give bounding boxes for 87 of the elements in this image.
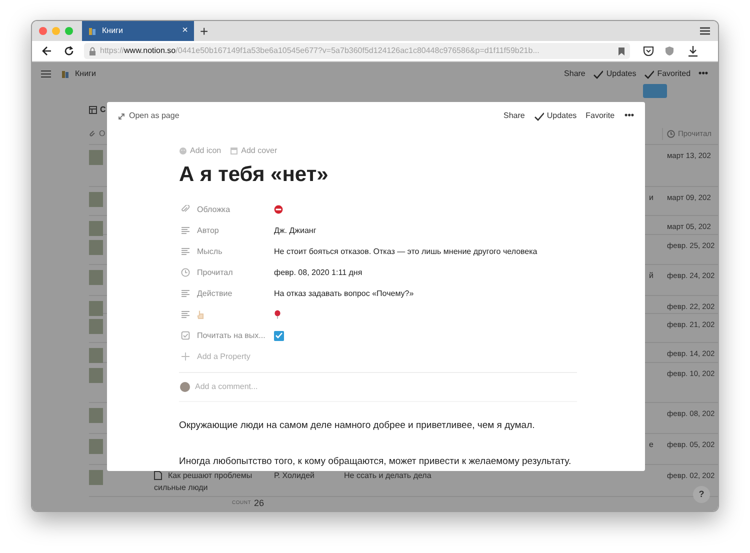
header-button[interactable]: Updates xyxy=(534,110,577,122)
property-value[interactable]: Дж. Джианг xyxy=(274,224,316,236)
comment-field[interactable]: Add a comment... xyxy=(195,381,495,393)
lines-icon xyxy=(181,289,190,298)
table-icon xyxy=(89,106,97,114)
checkbox-icon xyxy=(181,331,190,340)
clock-icon xyxy=(667,130,675,138)
property-value[interactable]: Не стоит бояться отказов. Отказ — это лишь мнение другого человека xyxy=(274,246,538,258)
browser-tab[interactable]: Книги × xyxy=(82,21,194,41)
lines-icon xyxy=(181,247,190,256)
add-icon-button[interactable]: Add icon xyxy=(179,145,222,157)
photo-placeholder xyxy=(89,368,103,383)
bookmark-icon[interactable] xyxy=(618,46,625,56)
photo-placeholder xyxy=(89,301,103,316)
pocket-icon[interactable] xyxy=(643,46,654,56)
address-field[interactable]: https://www.notion.so/0441e50b167149f1a53be6a10545e677?v=5a7b360f5d124126ac1c80448c976586&p=d1f11f59b21b... xyxy=(84,43,630,59)
close-tab-button[interactable]: × xyxy=(182,26,188,36)
avatar xyxy=(180,382,190,392)
image-icon xyxy=(230,147,238,155)
more-button[interactable]: ••• xyxy=(624,109,634,123)
topbar-button[interactable]: Share xyxy=(564,68,586,80)
property-name[interactable]: Мысль xyxy=(197,246,222,258)
lock-icon xyxy=(89,46,96,56)
paragraph: Иногда любопытство того, к кому обращаются, может привести к желаемому результату. xyxy=(179,456,572,468)
property-name[interactable]: Обложка xyxy=(197,204,230,216)
url-text: https://www.notion.so/0441e50b167149f1a53be6a10545e677?v=5a7b360f5d124126ac1c80448c976586&p=d1f11f59b21b... xyxy=(100,45,540,57)
topbar-button[interactable]: Favorited xyxy=(644,68,691,80)
property-name[interactable]: Действие xyxy=(197,288,232,300)
photo-placeholder xyxy=(89,470,103,485)
download-icon[interactable] xyxy=(688,46,698,56)
property-name[interactable]: Автор xyxy=(197,224,219,236)
smiley-icon xyxy=(179,147,187,155)
menu-icon[interactable] xyxy=(41,70,51,78)
table-cell: и xyxy=(649,192,654,204)
photo-placeholder xyxy=(89,221,103,236)
property-name[interactable]: Прочитал xyxy=(197,266,233,278)
checkbox[interactable] xyxy=(274,330,284,340)
breadcrumb-link[interactable]: Книги xyxy=(75,68,96,80)
property-value[interactable]: На отказ задавать вопрос «Почему?» xyxy=(274,288,414,300)
photo-placeholder xyxy=(89,150,103,165)
books-icon xyxy=(61,70,70,78)
count-value: 26 xyxy=(254,497,264,510)
reload-icon[interactable] xyxy=(64,46,74,56)
back-icon[interactable] xyxy=(42,46,52,56)
lines-icon xyxy=(181,226,190,235)
table-cell-text: Не ссать и делать дела xyxy=(344,470,432,482)
photo-placeholder xyxy=(89,192,103,207)
photo-placeholder xyxy=(89,439,103,454)
column-header: О xyxy=(89,128,106,140)
lines-icon xyxy=(181,310,190,319)
property-name[interactable]: Почитать на вых... xyxy=(197,330,266,342)
shield-icon[interactable] xyxy=(665,46,674,56)
photo-placeholder xyxy=(89,270,103,285)
plus-icon xyxy=(181,352,190,361)
header-button[interactable]: Favorite xyxy=(586,110,615,122)
menu-icon[interactable] xyxy=(700,27,710,35)
check-icon xyxy=(534,112,544,120)
help-button[interactable]: ? xyxy=(693,486,710,503)
paperclip-icon xyxy=(181,205,190,214)
photo-placeholder xyxy=(89,348,103,363)
clock-icon xyxy=(181,268,190,277)
open-as-page-button[interactable]: Open as page xyxy=(118,110,180,122)
expand-icon xyxy=(118,112,125,120)
date-value[interactable]: февр. 08, 2020 1:11 дня xyxy=(274,266,362,278)
page-title-link[interactable]: Как решают проблемы сильные люди xyxy=(154,470,264,494)
photo-placeholder xyxy=(89,240,103,255)
topbar-button[interactable]: Updates xyxy=(593,68,636,80)
books-icon xyxy=(88,26,97,36)
table-cell: й xyxy=(649,270,654,282)
check-icon xyxy=(593,70,604,78)
more-button[interactable]: ••• xyxy=(698,67,708,81)
paragraph: Окружающие люди на самом деле намного добрее и приветливее, чем я думал. xyxy=(179,420,536,432)
hand-icon xyxy=(197,310,204,319)
photo-placeholder xyxy=(89,319,103,334)
table-cell: е xyxy=(649,439,654,451)
add-cover-button[interactable]: Add cover xyxy=(230,145,278,157)
table-cell-text: Р. Холидей xyxy=(274,470,316,482)
check-icon xyxy=(644,70,654,78)
tab-title: Книги xyxy=(102,25,124,37)
paperclip-icon xyxy=(89,130,96,138)
page-title: А я тебя «нет» xyxy=(179,162,330,188)
no-entry-icon[interactable] xyxy=(274,205,283,214)
page-icon xyxy=(154,471,162,480)
photo-placeholder xyxy=(89,408,103,423)
header-button[interactable]: Share xyxy=(503,110,525,122)
new-tab-button[interactable]: + xyxy=(194,24,214,38)
view-tab[interactable]: С xyxy=(89,104,106,116)
